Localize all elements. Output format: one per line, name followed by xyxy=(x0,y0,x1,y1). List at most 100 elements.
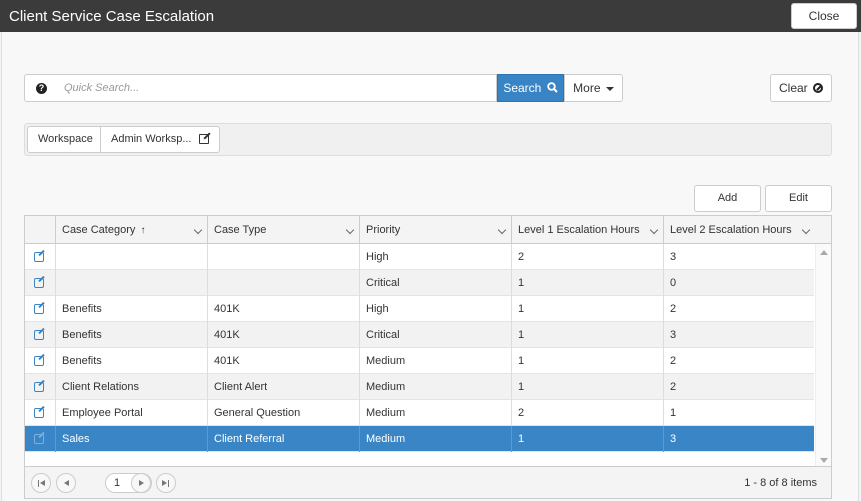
window-title: Client Service Case Escalation xyxy=(9,8,215,25)
cell-case-type: Client Alert xyxy=(207,374,359,400)
cell-open[interactable] xyxy=(25,296,55,322)
arrow-left-icon xyxy=(40,480,45,486)
table-row[interactable]: Employee Portal General Question Medium 2 1 xyxy=(25,400,814,426)
scroll-up-icon[interactable] xyxy=(820,250,828,255)
external-link-icon[interactable] xyxy=(34,408,44,418)
table-row[interactable]: Sales Client Referral Medium 1 3 xyxy=(25,426,814,452)
cell-open[interactable] xyxy=(25,426,55,452)
cell-case-type xyxy=(207,270,359,296)
cell-level1-hours: 2 xyxy=(511,400,663,426)
cell-level1-hours: 1 xyxy=(511,426,663,452)
cell-case-category xyxy=(55,270,207,296)
cell-level2-hours: 3 xyxy=(663,244,815,270)
external-link-icon[interactable] xyxy=(34,304,44,314)
cell-priority: Medium xyxy=(359,426,511,452)
table-row[interactable]: Benefits 401K High 1 2 xyxy=(25,296,814,322)
column-header-label: Case Category xyxy=(62,224,136,236)
edit-button[interactable]: Edit xyxy=(765,185,832,212)
chevron-down-icon[interactable] xyxy=(649,225,659,235)
cell-level2-hours: 3 xyxy=(663,322,815,348)
chevron-down-icon[interactable] xyxy=(497,225,507,235)
close-button[interactable]: Close xyxy=(791,3,857,29)
cell-level2-hours: 3 xyxy=(663,426,815,452)
table-row[interactable]: Benefits 401K Critical 1 3 xyxy=(25,322,814,348)
question-circle-icon: ? xyxy=(36,83,47,94)
more-button[interactable]: More xyxy=(564,74,623,102)
cell-level1-hours: 1 xyxy=(511,270,663,296)
cell-open[interactable] xyxy=(25,270,55,296)
cell-level1-hours: 1 xyxy=(511,296,663,322)
vertical-scrollbar[interactable] xyxy=(815,244,831,466)
external-link-icon[interactable] xyxy=(34,434,44,444)
external-link-icon[interactable] xyxy=(34,356,44,366)
table-row[interactable]: Client Relations Client Alert Medium 1 2 xyxy=(25,374,814,400)
cell-priority: Medium xyxy=(359,374,511,400)
table-row[interactable]: Benefits 401K Medium 1 2 xyxy=(25,348,814,374)
cell-case-category: Client Relations xyxy=(55,374,207,400)
tab-workspace[interactable]: Workspace xyxy=(27,126,101,153)
column-header-level1-hours[interactable]: Level 1 Escalation Hours xyxy=(511,216,663,244)
search-button-label: Search xyxy=(503,81,542,95)
arrow-right-icon xyxy=(139,480,144,486)
grid-header: Case Category ↑ Case Type Priority Level… xyxy=(25,216,831,244)
tab-admin-workspace[interactable]: Admin Worksp... xyxy=(100,126,220,153)
pager: 1 1 - 8 of 8 items xyxy=(25,466,831,498)
cell-case-category: Benefits xyxy=(55,296,207,322)
cell-priority: Critical xyxy=(359,322,511,348)
tab-admin-workspace-label: Admin Worksp... xyxy=(111,133,192,145)
search-button[interactable]: Search xyxy=(497,74,564,102)
first-page-button[interactable] xyxy=(31,473,51,493)
table-row[interactable]: Critical 1 0 xyxy=(25,270,814,296)
external-link-icon[interactable] xyxy=(34,252,44,262)
external-link-icon[interactable] xyxy=(34,278,44,288)
cell-open[interactable] xyxy=(25,322,55,348)
ban-icon xyxy=(813,83,824,93)
more-button-label: More xyxy=(573,81,601,95)
edit-icon[interactable] xyxy=(199,134,209,144)
last-page-icon xyxy=(168,480,169,487)
cell-level2-hours: 2 xyxy=(663,374,815,400)
cell-open[interactable] xyxy=(25,374,55,400)
column-header-label: Priority xyxy=(366,224,401,236)
cell-priority: High xyxy=(359,244,511,270)
cell-open[interactable] xyxy=(25,244,55,270)
table-row[interactable]: High 2 3 xyxy=(25,244,814,270)
column-header-label: Level 2 Escalation Hours xyxy=(670,224,792,236)
column-header-level2-hours[interactable]: Level 2 Escalation Hours xyxy=(663,216,815,244)
first-page-icon xyxy=(38,480,39,487)
cell-level1-hours: 1 xyxy=(511,322,663,348)
column-header-label: Case Type xyxy=(214,224,267,236)
cell-level1-hours: 2 xyxy=(511,244,663,270)
column-header-case-type[interactable]: Case Type xyxy=(207,216,359,244)
clear-button-label: Clear xyxy=(778,81,808,95)
clear-button[interactable]: Clear xyxy=(770,74,832,102)
pager-info: 1 - 8 of 8 items xyxy=(744,477,817,489)
cell-level2-hours: 1 xyxy=(663,400,815,426)
cell-open[interactable] xyxy=(25,400,55,426)
chevron-down-icon[interactable] xyxy=(345,225,355,235)
search-input[interactable] xyxy=(56,74,497,102)
external-link-icon[interactable] xyxy=(34,382,44,392)
scroll-down-icon[interactable] xyxy=(820,458,828,463)
chevron-down-icon[interactable] xyxy=(801,225,811,235)
column-header-case-category[interactable]: Case Category ↑ xyxy=(55,216,207,244)
last-page-button[interactable] xyxy=(156,473,176,493)
cell-priority: Medium xyxy=(359,400,511,426)
cell-priority: Critical xyxy=(359,270,511,296)
cell-level2-hours: 0 xyxy=(663,270,815,296)
column-header-priority[interactable]: Priority xyxy=(359,216,511,244)
cell-level1-hours: 1 xyxy=(511,348,663,374)
cell-case-category: Sales xyxy=(55,426,207,452)
previous-page-button[interactable] xyxy=(56,473,76,493)
cell-case-category: Employee Portal xyxy=(55,400,207,426)
cell-level2-hours: 2 xyxy=(663,296,815,322)
add-button[interactable]: Add xyxy=(694,185,761,212)
help-button[interactable]: ? xyxy=(24,74,57,102)
cell-open[interactable] xyxy=(25,348,55,374)
next-page-button[interactable] xyxy=(131,473,151,493)
external-link-icon[interactable] xyxy=(34,330,44,340)
cell-case-type: General Question xyxy=(207,400,359,426)
caret-down-icon xyxy=(605,86,614,91)
chevron-down-icon[interactable] xyxy=(193,225,203,235)
search-icon xyxy=(546,82,558,93)
